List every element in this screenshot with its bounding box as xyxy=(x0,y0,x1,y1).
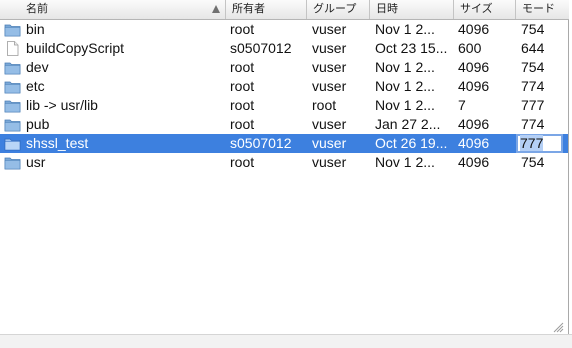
file-owner: root xyxy=(230,97,255,113)
resize-grip-icon[interactable] xyxy=(553,322,564,333)
folder-icon xyxy=(4,136,21,151)
file-owner: root xyxy=(230,116,255,132)
file-size: 4096 xyxy=(458,135,490,151)
file-name: shssl_test xyxy=(26,135,89,151)
file-rows: bin root vuser Nov 1 2... 4096 754 buildCopySc… xyxy=(0,20,568,172)
file-date: Nov 1 2... xyxy=(375,78,435,94)
file-mode: 774 xyxy=(521,116,545,132)
table-row[interactable]: shssl_test s0507012 vuser Oct 26 19... 4096 7… xyxy=(0,134,568,153)
file-name: bin xyxy=(26,21,45,37)
file-mode: 754 xyxy=(521,154,545,170)
file-group: vuser xyxy=(312,21,347,37)
file-group: vuser xyxy=(312,135,347,151)
folder-icon xyxy=(4,60,21,75)
file-date: Nov 1 2... xyxy=(375,21,435,37)
column-header-name[interactable]: 名前 xyxy=(0,0,226,19)
file-date: Oct 26 19... xyxy=(375,135,448,151)
file-mode: 774 xyxy=(521,78,545,94)
document-icon xyxy=(4,41,21,56)
file-date: Nov 1 2... xyxy=(375,97,435,113)
file-group: root xyxy=(312,97,337,113)
column-header-mode-label: モード xyxy=(522,3,555,15)
column-header-owner-label: 所有者 xyxy=(232,3,265,15)
file-size: 4096 xyxy=(458,59,490,75)
file-group: vuser xyxy=(312,116,347,132)
column-header-date-label: 日時 xyxy=(376,3,398,15)
file-mode: 777 xyxy=(521,97,545,113)
column-header-size[interactable]: サイズ xyxy=(454,0,516,19)
status-bar xyxy=(0,334,572,348)
table-row[interactable]: pub root vuser Jan 27 2... 4096 774 xyxy=(0,115,568,134)
file-owner: root xyxy=(230,59,255,75)
file-owner: s0507012 xyxy=(230,135,292,151)
file-group: vuser xyxy=(312,40,347,56)
file-name: pub xyxy=(26,116,50,132)
mode-edit-value: 777 xyxy=(520,135,544,151)
file-size: 600 xyxy=(458,40,482,56)
file-name: lib -> usr/lib xyxy=(26,97,98,113)
file-size: 4096 xyxy=(458,78,490,94)
file-date: Jan 27 2... xyxy=(375,116,441,132)
table-row[interactable]: lib -> usr/lib root root Nov 1 2... 7 777 xyxy=(0,96,568,115)
column-header-group[interactable]: グループ xyxy=(307,0,370,19)
file-name: usr xyxy=(26,154,46,170)
file-name: buildCopyScript xyxy=(26,40,125,56)
table-row[interactable]: dev root vuser Nov 1 2... 4096 754 xyxy=(0,58,568,77)
file-mode: 644 xyxy=(521,40,545,56)
column-header-date[interactable]: 日時 xyxy=(370,0,454,19)
column-header: 名前 所有者 グループ 日時 サイズ モード xyxy=(0,0,569,20)
file-size: 4096 xyxy=(458,21,490,37)
file-name: etc xyxy=(26,78,45,94)
folder-icon xyxy=(4,98,21,113)
column-header-mode[interactable]: モード xyxy=(516,0,569,19)
file-owner: s0507012 xyxy=(230,40,292,56)
mode-edit-field[interactable]: 777 xyxy=(516,134,563,153)
folder-icon xyxy=(4,155,21,170)
file-group: vuser xyxy=(312,59,347,75)
file-date: Oct 23 15... xyxy=(375,40,448,56)
file-size: 4096 xyxy=(458,116,490,132)
file-name: dev xyxy=(26,59,49,75)
folder-icon xyxy=(4,117,21,132)
file-owner: root xyxy=(230,21,255,37)
column-header-name-label: 名前 xyxy=(26,3,48,15)
file-group: vuser xyxy=(312,154,347,170)
file-owner: root xyxy=(230,78,255,94)
file-size: 7 xyxy=(458,97,466,113)
column-header-size-label: サイズ xyxy=(460,3,493,15)
file-list-view: 名前 所有者 グループ 日時 サイズ モード bin root vuser Nov 1… xyxy=(0,0,569,335)
table-row[interactable]: bin root vuser Nov 1 2... 4096 754 xyxy=(0,20,568,39)
file-group: vuser xyxy=(312,78,347,94)
column-header-group-label: グループ xyxy=(313,3,357,15)
file-date: Nov 1 2... xyxy=(375,154,435,170)
file-date: Nov 1 2... xyxy=(375,59,435,75)
file-mode: 754 xyxy=(521,59,545,75)
folder-icon xyxy=(4,79,21,94)
file-size: 4096 xyxy=(458,154,490,170)
table-row[interactable]: usr root vuser Nov 1 2... 4096 754 xyxy=(0,153,568,172)
folder-icon xyxy=(4,22,21,37)
column-header-owner[interactable]: 所有者 xyxy=(226,0,307,19)
table-row[interactable]: etc root vuser Nov 1 2... 4096 774 xyxy=(0,77,568,96)
file-owner: root xyxy=(230,154,255,170)
sort-ascending-icon xyxy=(212,5,220,13)
table-row[interactable]: buildCopyScript s0507012 vuser Oct 23 15...… xyxy=(0,39,568,58)
file-mode: 754 xyxy=(521,21,545,37)
